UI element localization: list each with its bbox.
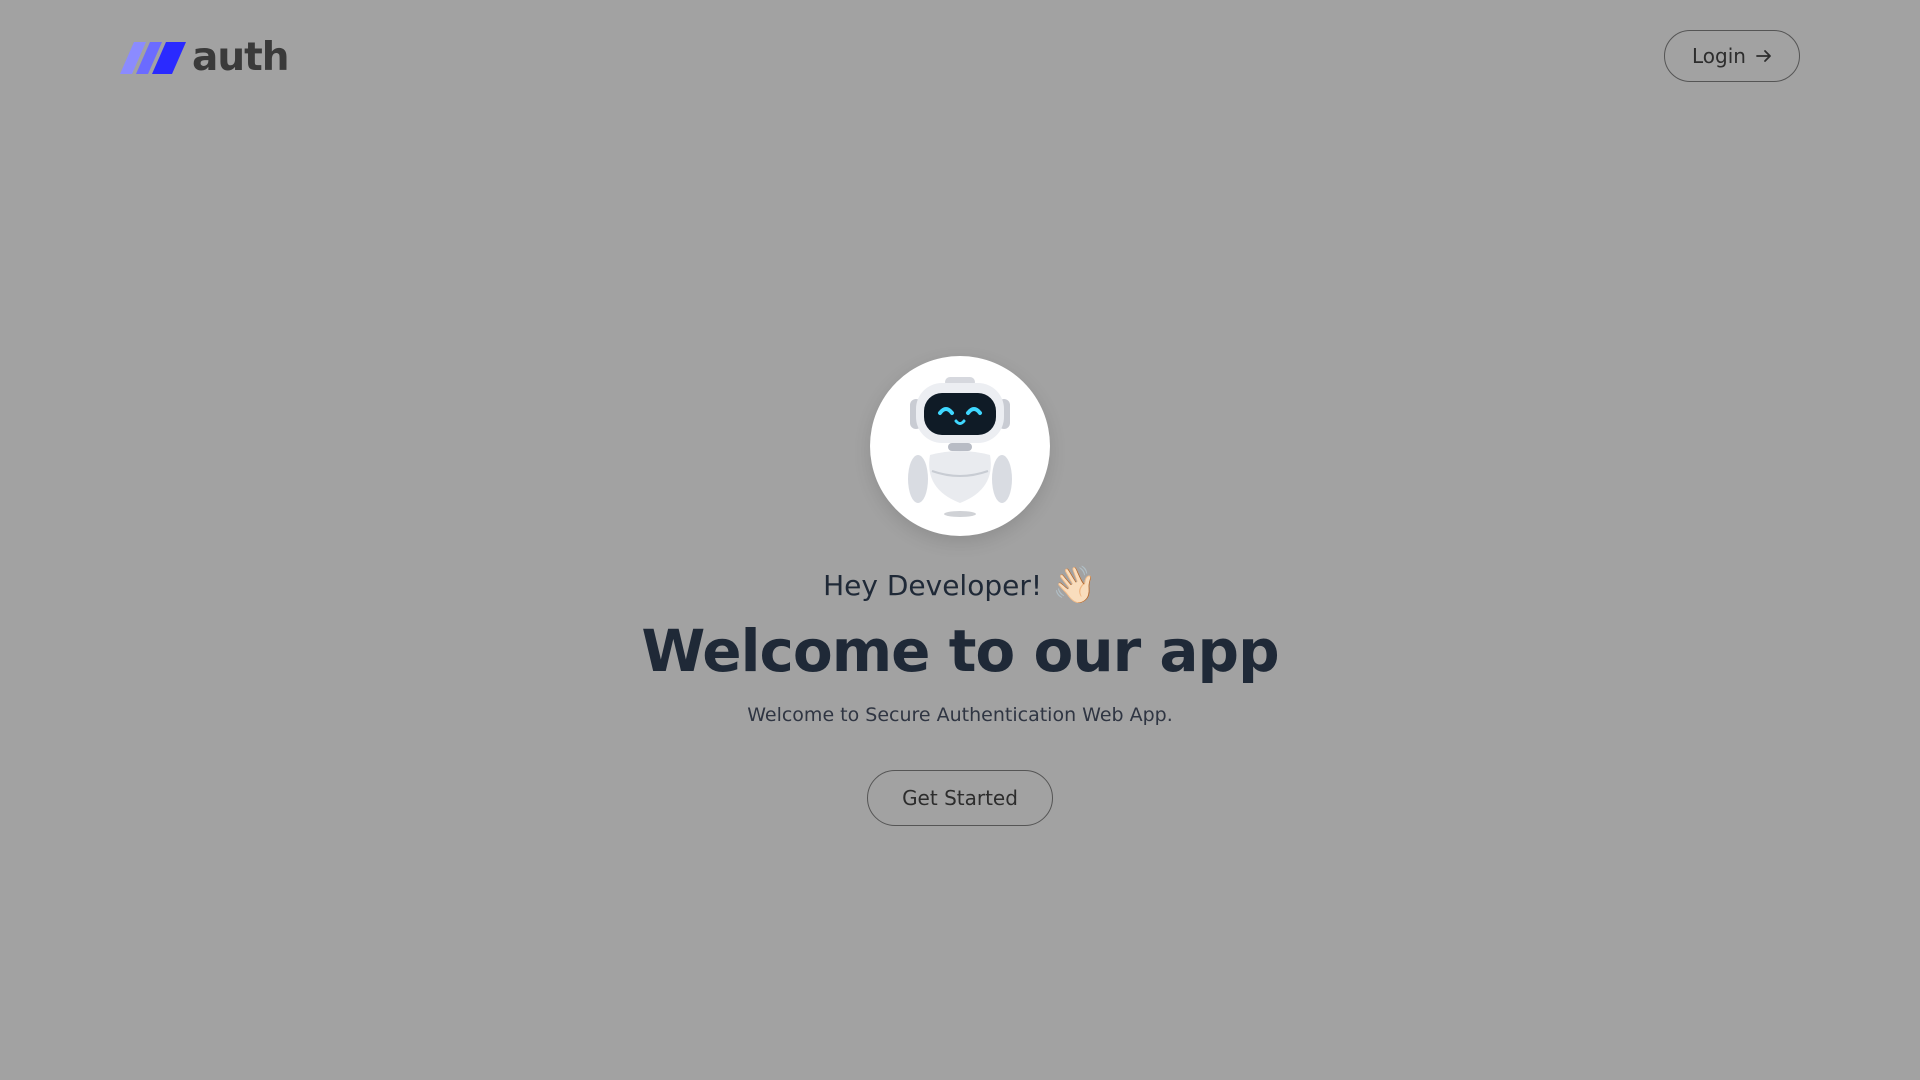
get-started-label: Get Started <box>902 786 1018 810</box>
robot-icon <box>908 377 1012 517</box>
get-started-button[interactable]: Get Started <box>867 770 1053 826</box>
page-title: Welcome to our app <box>641 617 1279 685</box>
arrow-right-icon <box>1756 49 1772 63</box>
logo-stripes-icon <box>120 42 186 74</box>
logo[interactable]: auth <box>120 36 289 80</box>
avatar <box>870 356 1050 536</box>
waving-hand-icon: 👋🏻 <box>1052 565 1097 606</box>
logo-text: auth <box>192 35 289 80</box>
greeting: Hey Developer! 👋🏻 <box>823 566 1097 606</box>
login-button[interactable]: Login <box>1664 30 1800 82</box>
page-subtitle: Welcome to Secure Authentication Web App… <box>747 704 1173 726</box>
greeting-text: Hey Developer! <box>823 569 1043 602</box>
login-button-label: Login <box>1692 44 1746 68</box>
hero-section: Hey Developer! 👋🏻 Welcome to our app Wel… <box>0 356 1920 826</box>
